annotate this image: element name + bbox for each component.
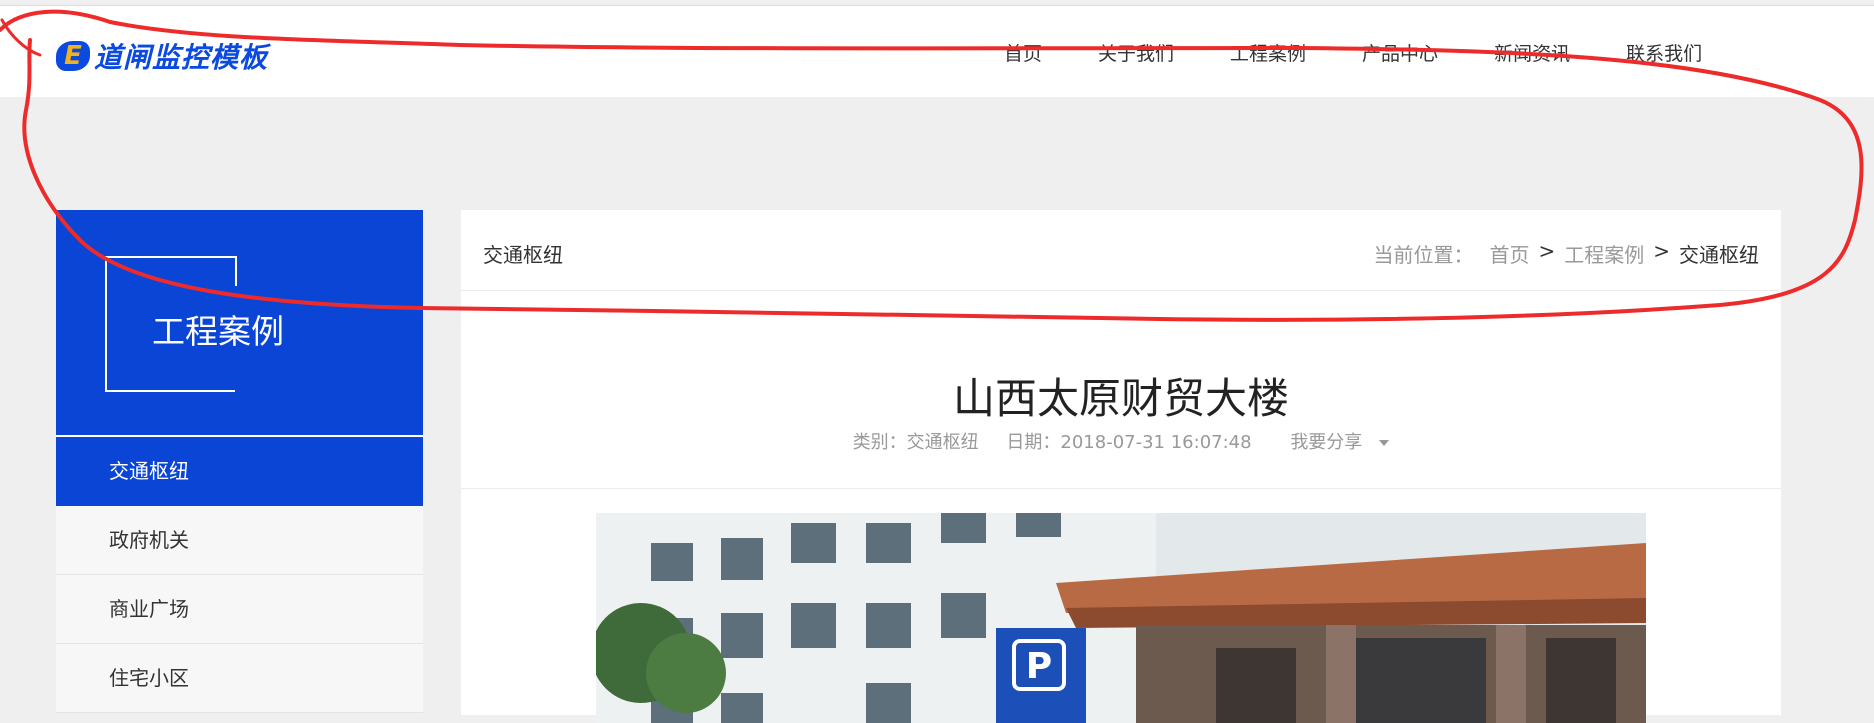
nav-news[interactable]: 新闻资讯	[1494, 39, 1570, 66]
site-logo[interactable]: E 道闸监控模板	[56, 36, 268, 76]
logo-icon: E	[56, 41, 90, 71]
nav-contact[interactable]: 联系我们	[1626, 39, 1702, 66]
breadcrumb-label: 当前位置：	[1373, 243, 1474, 267]
sidebar-item-government[interactable]: 政府机关	[56, 506, 423, 575]
sidebar-item-commercial[interactable]: 商业广场	[56, 575, 423, 644]
breadcrumb-current: 交通枢纽	[1679, 243, 1759, 267]
caret-down-icon	[1379, 440, 1390, 446]
breadcrumb: 当前位置： 首页 > 工程案例 > 交通枢纽	[1373, 239, 1759, 268]
nav-home[interactable]: 首页	[1004, 39, 1042, 66]
article-title: 山西太原财贸大楼	[952, 374, 1289, 423]
nav-about[interactable]: 关于我们	[1098, 39, 1174, 66]
current-category: 交通枢纽	[483, 243, 563, 267]
share-label: 我要分享	[1290, 432, 1363, 453]
main-nav: 首页 关于我们 工程案例 产品中心 新闻资讯 联系我们	[1004, 39, 1702, 66]
sidebar: 工程案例 交通枢纽 政府机关 商业广场 住宅小区	[56, 210, 423, 713]
parking-sign-letter: P	[1026, 646, 1052, 687]
article-photo: P	[596, 513, 1646, 723]
main-content: 交通枢纽 当前位置： 首页 > 工程案例 > 交通枢纽 山西太原财贸大楼 类别：…	[461, 210, 1781, 723]
breadcrumb-separator: >	[1538, 239, 1556, 263]
sidebar-item-residential[interactable]: 住宅小区	[56, 644, 423, 713]
breadcrumb-bar: 交通枢纽 当前位置： 首页 > 工程案例 > 交通枢纽	[461, 210, 1781, 291]
meta-date: 日期：2018-07-31 16:07:48	[1006, 432, 1252, 453]
sidebar-header: 工程案例	[56, 210, 423, 437]
divider	[461, 488, 1781, 489]
breadcrumb-cases[interactable]: 工程案例	[1564, 239, 1644, 268]
sidebar-title: 工程案例	[152, 312, 284, 351]
top-header: E 道闸监控模板 首页 关于我们 工程案例 产品中心 新闻资讯 联系我们	[0, 5, 1874, 97]
article-meta: 类别：交通枢纽 日期：2018-07-31 16:07:48 我要分享	[461, 428, 1781, 454]
meta-category: 类别：交通枢纽	[852, 432, 979, 453]
nav-products[interactable]: 产品中心	[1362, 39, 1438, 66]
breadcrumb-separator: >	[1653, 239, 1670, 263]
nav-cases[interactable]: 工程案例	[1230, 39, 1306, 66]
breadcrumb-home[interactable]: 首页	[1489, 239, 1529, 268]
building-photo-illustration: P	[596, 513, 1646, 723]
share-button[interactable]: 我要分享	[1279, 432, 1390, 453]
logo-text: 道闸监控模板	[94, 41, 269, 74]
sidebar-item-transport[interactable]: 交通枢纽	[56, 437, 423, 506]
